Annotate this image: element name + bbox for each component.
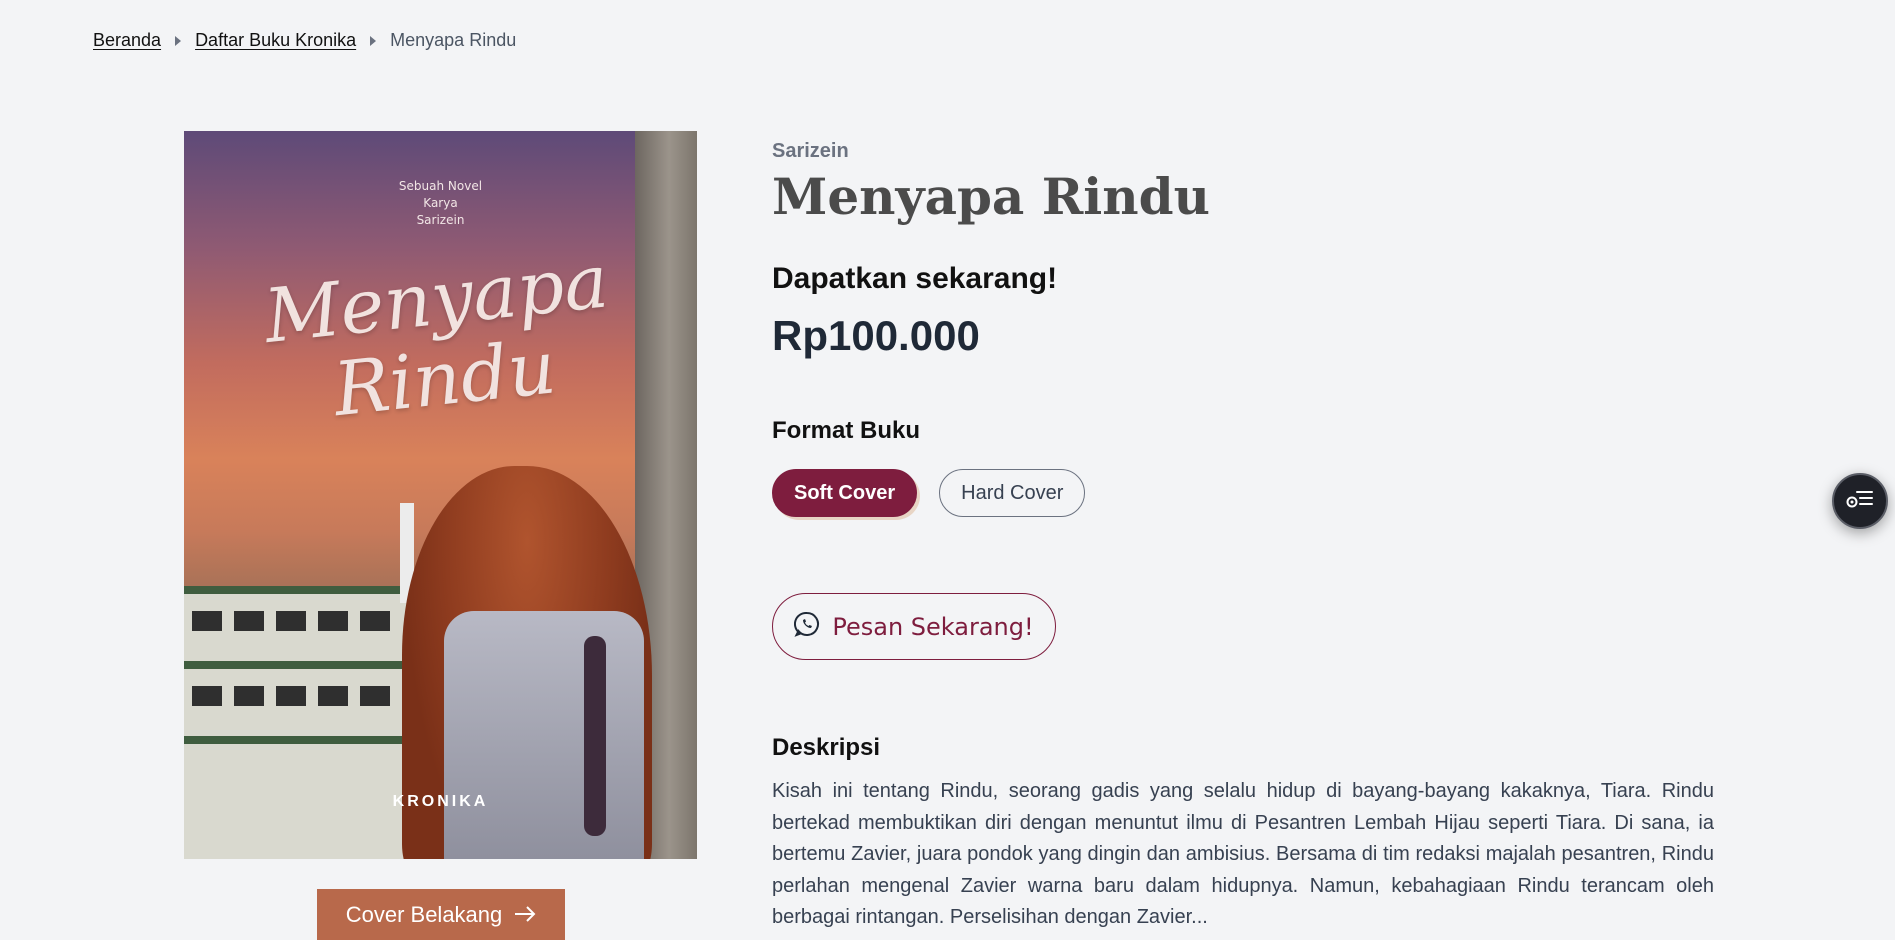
chevron-right-icon — [173, 35, 183, 47]
book-price: Rp100.000 — [772, 312, 980, 359]
breadcrumb-list-link[interactable]: Daftar Buku Kronika — [195, 30, 356, 51]
arrow-right-icon — [514, 902, 536, 928]
cover-publisher-logo: KRONIKA — [392, 793, 489, 810]
breadcrumb: Beranda Daftar Buku Kronika Menyapa Rind… — [93, 30, 516, 51]
book-title: Menyapa Rindu — [772, 167, 1210, 226]
cover-title: Menyapa Rindu — [260, 238, 613, 434]
description-heading: Deskripsi — [772, 734, 881, 761]
cta-heading: Dapatkan sekarang! — [772, 262, 1058, 295]
accessibility-menu-icon — [1846, 487, 1874, 516]
cover-figure-shirt-art — [444, 611, 644, 859]
cover-building-art — [184, 586, 414, 859]
chevron-right-icon — [368, 35, 378, 47]
breadcrumb-home-link[interactable]: Beranda — [93, 30, 161, 51]
format-hard-cover-button[interactable]: Hard Cover — [939, 469, 1086, 517]
book-cover-image: Sebuah Novel Karya Sarizein Menyapa Rind… — [184, 131, 697, 859]
whatsapp-icon — [794, 611, 820, 643]
book-info: Sarizein Menyapa Rindu Dapatkan sekarang… — [772, 140, 1714, 928]
format-options: Soft Cover Hard Cover — [772, 469, 1086, 517]
description-text: Kisah ini tentang Rindu, seorang gadis y… — [772, 780, 1714, 928]
cover-subtitle: Sebuah Novel Karya Sarizein — [398, 179, 483, 227]
format-soft-cover-button[interactable]: Soft Cover — [772, 469, 918, 517]
order-now-label: Pesan Sekarang! — [832, 612, 1034, 641]
book-author: Sarizein — [772, 140, 849, 162]
cover-back-button[interactable]: Cover Belakang — [317, 889, 565, 940]
accessibility-menu-button[interactable] — [1832, 473, 1888, 529]
format-heading: Format Buku — [772, 417, 921, 444]
cover-back-button-label: Cover Belakang — [345, 901, 503, 927]
order-now-button[interactable]: Pesan Sekarang! — [772, 593, 1056, 660]
breadcrumb-current: Menyapa Rindu — [390, 30, 517, 50]
